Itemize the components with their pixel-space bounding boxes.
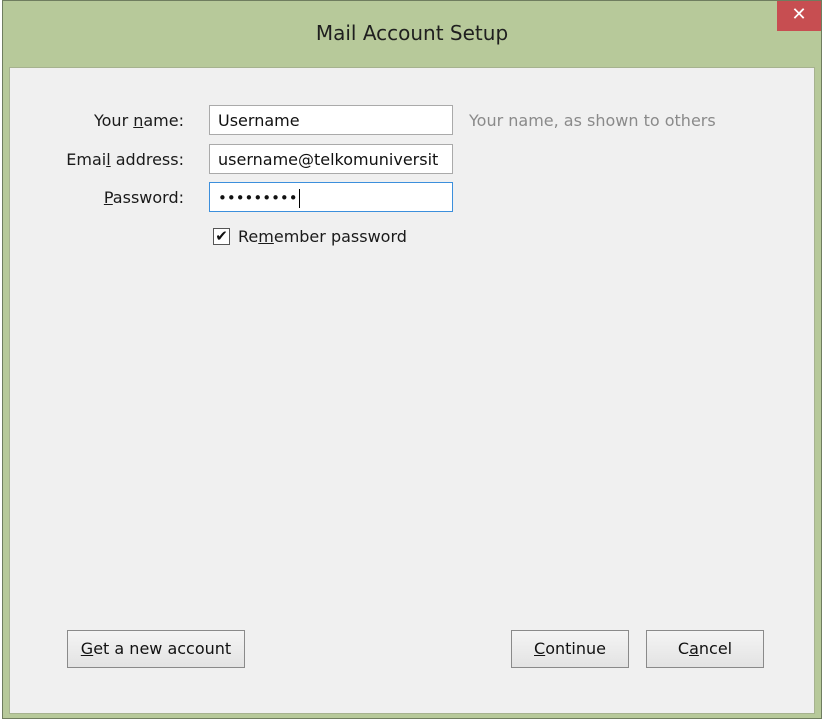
name-value: Username: [218, 111, 300, 130]
continue-button[interactable]: Continue: [511, 630, 629, 668]
close-icon: ✕: [791, 4, 807, 25]
remember-password-option[interactable]: ✔ Remember password: [213, 226, 473, 248]
title-bar: Mail Account Setup ✕: [3, 1, 821, 67]
mail-account-setup-window: Mail Account Setup ✕ Your name: Username…: [2, 0, 822, 719]
remember-password-label[interactable]: Remember password: [238, 227, 407, 246]
name-label: Your name:: [93, 111, 184, 130]
password-label: Password:: [103, 188, 184, 207]
password-value: •••••••••: [218, 189, 298, 207]
email-value: username@telkomuniversit: [218, 150, 439, 169]
name-row: Your name: Username Your name, as shown …: [10, 105, 810, 135]
checkmark-icon: ✔: [215, 227, 228, 245]
email-row: Email address: username@telkomuniversit: [10, 144, 810, 174]
close-button[interactable]: ✕: [777, 1, 821, 31]
cancel-button[interactable]: Cancel: [646, 630, 764, 668]
text-caret: [298, 189, 300, 208]
email-input[interactable]: username@telkomuniversit: [209, 144, 453, 174]
window-title: Mail Account Setup: [315, 21, 509, 45]
remember-password-checkbox[interactable]: ✔: [213, 228, 230, 245]
name-hint: Your name, as shown to others: [469, 111, 716, 130]
dialog-body: Your name: Username Your name, as shown …: [9, 67, 815, 714]
password-row: Password: •••••••••: [10, 182, 810, 212]
get-new-account-button[interactable]: Get a new account: [67, 630, 245, 668]
password-input[interactable]: •••••••••: [209, 182, 453, 212]
name-input[interactable]: Username: [209, 105, 453, 135]
email-label: Email address:: [66, 150, 184, 169]
